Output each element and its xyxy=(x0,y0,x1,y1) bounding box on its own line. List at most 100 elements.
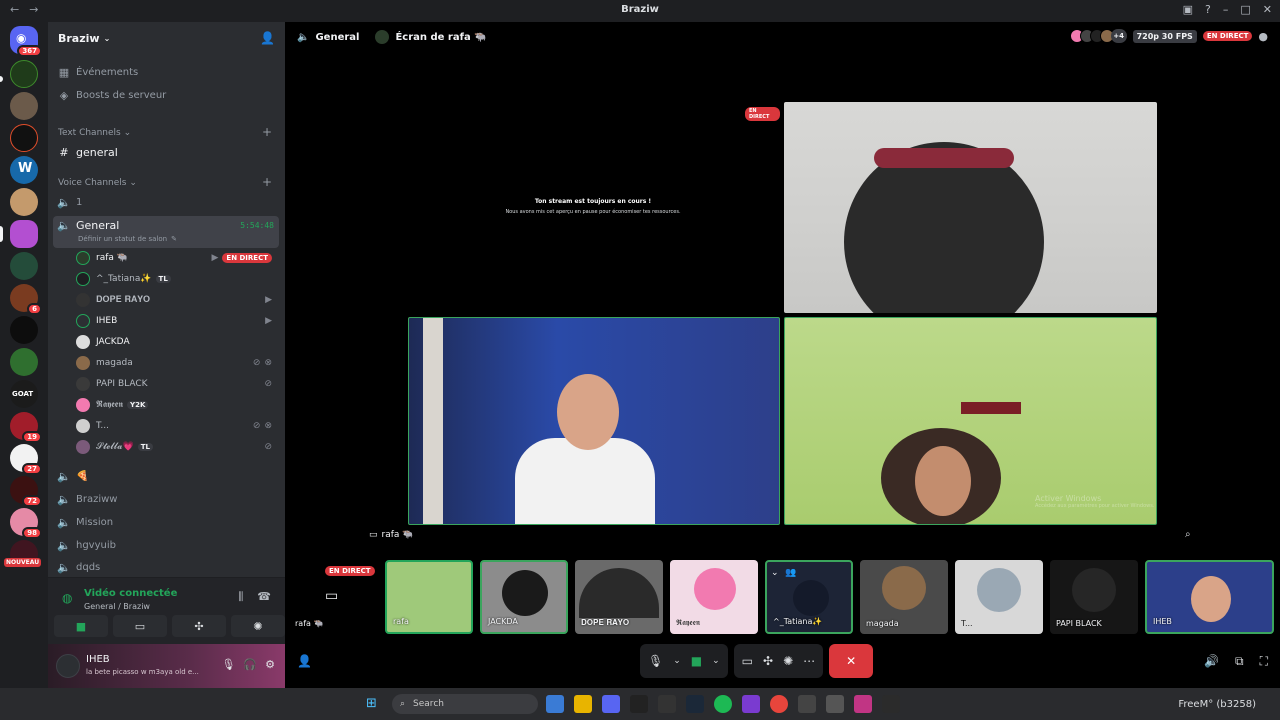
server-icon-xxx[interactable]: 72 xyxy=(10,476,42,507)
server-icon-5[interactable] xyxy=(10,188,38,216)
more-icon[interactable]: ⋯ xyxy=(803,654,815,668)
voice-user[interactable]: ^_Tatiana✨ TL xyxy=(76,269,276,289)
voice-user[interactable]: IHEB ▶ xyxy=(76,311,276,331)
server-icon-goat[interactable]: GOAT xyxy=(10,380,38,408)
thumb-video[interactable]: rafa xyxy=(385,560,473,634)
thumb-self-video[interactable]: IHEB xyxy=(1145,560,1274,634)
thumb-avatar[interactable]: 𝕽𝖆𝖞𝖊𝖊𝖓 xyxy=(670,560,758,634)
voice-user[interactable]: 𝓢𝓽𝓮𝓵𝓵𝓪💗 TL ⊘ xyxy=(76,437,276,457)
server-icon-10[interactable] xyxy=(10,348,38,376)
add-channel-icon[interactable]: + xyxy=(262,125,272,139)
help-icon[interactable]: ? xyxy=(1205,3,1211,16)
camera-icon[interactable]: ■ xyxy=(691,654,702,668)
disconnect-icon[interactable]: ☎ xyxy=(257,590,271,604)
server-icon-elite[interactable] xyxy=(10,60,38,88)
maximize-button[interactable]: □ xyxy=(1240,3,1250,16)
server-icon-13[interactable]: 27 xyxy=(10,444,42,475)
server-icon-7[interactable] xyxy=(10,252,38,280)
home-button[interactable]: ◉ 367 xyxy=(10,26,42,57)
steam-icon[interactable] xyxy=(686,695,704,713)
chevron-down-icon[interactable]: ⌄ xyxy=(771,568,779,578)
folder-icon[interactable] xyxy=(574,695,592,713)
voice-channel-braziww[interactable]: 🔈 Braziww xyxy=(56,493,278,506)
soundboard-icon[interactable]: ✺ xyxy=(783,654,793,668)
activities-button[interactable]: ✣ xyxy=(172,615,226,637)
app-icon[interactable] xyxy=(658,695,676,713)
taskbar-search[interactable]: ⌕ Search xyxy=(392,694,538,714)
thumb-avatar[interactable]: ⌄ 👥 ^_Tatiana✨ xyxy=(765,560,853,634)
events-item[interactable]: ▦ Événements xyxy=(56,66,278,79)
server-icon-12[interactable]: 19 xyxy=(10,412,42,443)
server-icon-15[interactable]: 98 xyxy=(10,508,42,539)
discord-icon[interactable] xyxy=(602,695,620,713)
voice-user[interactable]: PAPI BLACK ⊘ xyxy=(76,374,276,394)
voice-channel-1[interactable]: 🔈 1 xyxy=(56,196,278,209)
server-icon-play[interactable] xyxy=(10,124,38,152)
inbox-icon[interactable]: ▣ xyxy=(1183,3,1193,16)
server-icon-8[interactable]: 6 xyxy=(10,284,42,315)
app-icon[interactable] xyxy=(546,695,564,713)
app-icon[interactable] xyxy=(854,695,872,713)
voice-channel-dqds[interactable]: 🔈 dqds xyxy=(56,561,278,574)
app-icon[interactable] xyxy=(742,695,760,713)
voice-user[interactable]: T... ⊘ ⊗ xyxy=(76,416,276,436)
server-icon-braziw[interactable] xyxy=(10,220,38,248)
windows-start-icon[interactable]: ⊞ xyxy=(366,696,377,711)
app-icon[interactable] xyxy=(798,695,816,713)
chrome-icon[interactable] xyxy=(770,695,788,713)
soundboard-button[interactable]: ✺ xyxy=(231,615,285,637)
app-icon[interactable] xyxy=(826,695,844,713)
user-name[interactable]: IHEB xyxy=(86,654,110,665)
chevron-down-icon[interactable]: ⌄ xyxy=(712,656,720,666)
voice-category[interactable]: Voice Channels ⌄ + xyxy=(58,175,272,189)
voice-channel-pizza[interactable]: 🔈 🍕 xyxy=(56,470,278,483)
app-icon[interactable] xyxy=(882,695,900,713)
people-icon[interactable]: 👥 xyxy=(785,568,796,578)
channel-status[interactable]: Définir un statut de salon ✎ xyxy=(78,235,300,243)
screen-share-icon[interactable]: ▭ xyxy=(742,654,753,668)
voice-user[interactable]: 𝕽𝖆𝖞𝖊𝖊𝖓 Y2K xyxy=(76,395,276,415)
microphone-icon[interactable]: 🎙 xyxy=(648,654,663,668)
spotify-icon[interactable] xyxy=(714,695,732,713)
chat-icon[interactable]: ● xyxy=(1258,30,1268,43)
server-icon-9[interactable] xyxy=(10,316,38,344)
video-tile-smiling[interactable] xyxy=(408,317,780,525)
stage-channel-name[interactable]: General xyxy=(315,32,359,43)
add-channel-icon[interactable]: + xyxy=(262,175,272,189)
zoom-icon[interactable]: ⌕ xyxy=(1185,529,1191,540)
voice-user[interactable]: JACKDA xyxy=(76,332,276,352)
noise-suppression-icon[interactable]: ⫼ xyxy=(238,590,243,604)
popout-icon[interactable]: ⧉ xyxy=(1235,654,1244,669)
participant-avatars[interactable]: +4 xyxy=(1069,29,1127,43)
video-tile-waving[interactable]: Activer Windows Accédez aux paramètres p… xyxy=(784,317,1157,525)
minimize-button[interactable]: – xyxy=(1223,3,1229,16)
voice-user[interactable]: magada ⊘ ⊗ xyxy=(76,353,276,373)
channel-general-text[interactable]: # general xyxy=(56,146,278,159)
voice-channel-hgvyuib[interactable]: 🔈 hgvyuib xyxy=(56,539,278,552)
invite-icon[interactable]: 👤 xyxy=(297,654,312,668)
voice-connected-channel[interactable]: General / Braziw xyxy=(84,602,150,611)
avatar[interactable] xyxy=(56,654,80,678)
thumb-avatar[interactable]: JACKDA xyxy=(480,560,568,634)
app-icon[interactable] xyxy=(630,695,648,713)
server-header[interactable]: Braziw ⌄ 👤 xyxy=(48,22,285,54)
boosts-item[interactable]: ◈ Boosts de serveur xyxy=(56,89,278,102)
screen-share-button[interactable]: ▭ xyxy=(113,615,167,637)
thumb-avatar[interactable]: PAPI BLACK xyxy=(1050,560,1138,634)
leave-call-button[interactable]: ✕ xyxy=(829,644,874,678)
thumb-avatar[interactable]: T... xyxy=(955,560,1043,634)
voice-user[interactable]: rafa 🐃 ▶ EN DIRECT xyxy=(76,248,276,268)
microphone-icon[interactable]: 🎙 xyxy=(221,658,235,671)
volume-icon[interactable]: 🔊 xyxy=(1204,654,1219,669)
voice-user[interactable]: 𝐃𝐎𝐏𝐄 𝐑𝐀𝐘𝐎 ▶ xyxy=(76,290,276,310)
camera-button[interactable]: ■ xyxy=(54,615,108,637)
thumb-avatar[interactable]: magada xyxy=(860,560,948,634)
video-tile-headphones[interactable] xyxy=(784,102,1157,313)
settings-gear-icon[interactable]: ⚙ xyxy=(265,658,275,671)
text-category[interactable]: Text Channels ⌄ + xyxy=(58,125,272,139)
thumb-avatar[interactable]: 𝐃𝐎𝐏𝐄 𝐑𝐀𝐘𝐎 xyxy=(575,560,663,634)
server-icon-w[interactable]: W xyxy=(10,156,38,184)
fullscreen-icon[interactable]: ⛶ xyxy=(1260,654,1268,669)
invite-icon[interactable]: 👤 xyxy=(260,31,275,45)
chevron-down-icon[interactable]: ⌄ xyxy=(673,656,681,666)
